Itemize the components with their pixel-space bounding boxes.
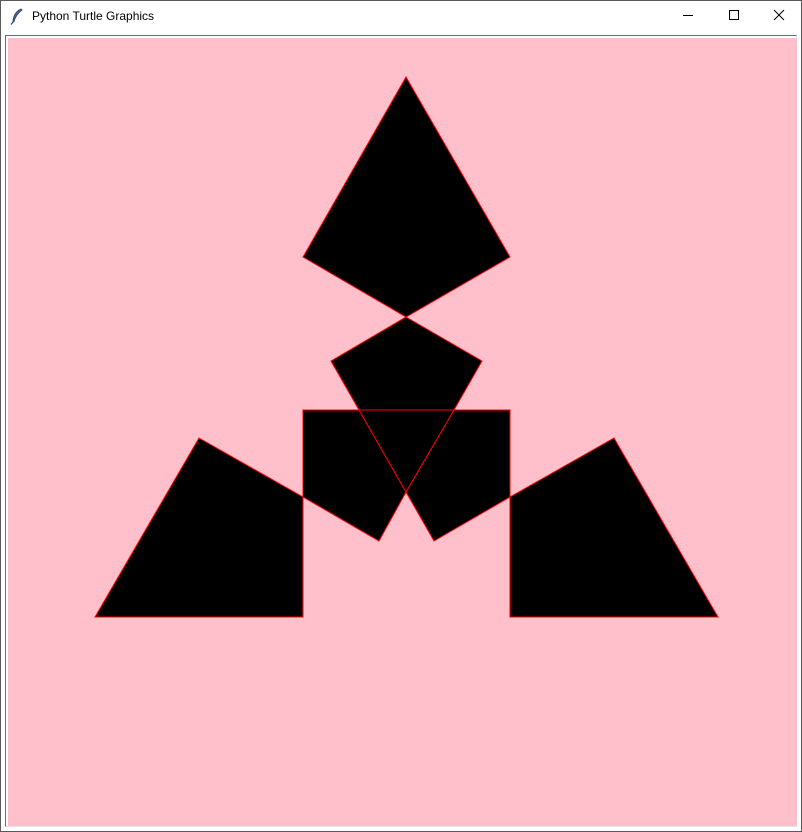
minimize-icon	[682, 8, 694, 26]
minimize-button[interactable]	[665, 1, 711, 32]
turtle-window: Python Turtle Graphics	[0, 0, 802, 832]
title-bar[interactable]: Python Turtle Graphics	[1, 1, 801, 32]
maximize-icon	[728, 8, 740, 26]
close-button[interactable]	[756, 1, 801, 32]
close-icon	[773, 8, 785, 26]
canvas-frame	[5, 35, 797, 827]
turtle-canvas[interactable]	[8, 38, 797, 826]
turtle-drawing	[8, 38, 797, 826]
maximize-button[interactable]	[711, 1, 757, 32]
window-title: Python Turtle Graphics	[32, 9, 155, 23]
feather-icon	[10, 8, 24, 25]
